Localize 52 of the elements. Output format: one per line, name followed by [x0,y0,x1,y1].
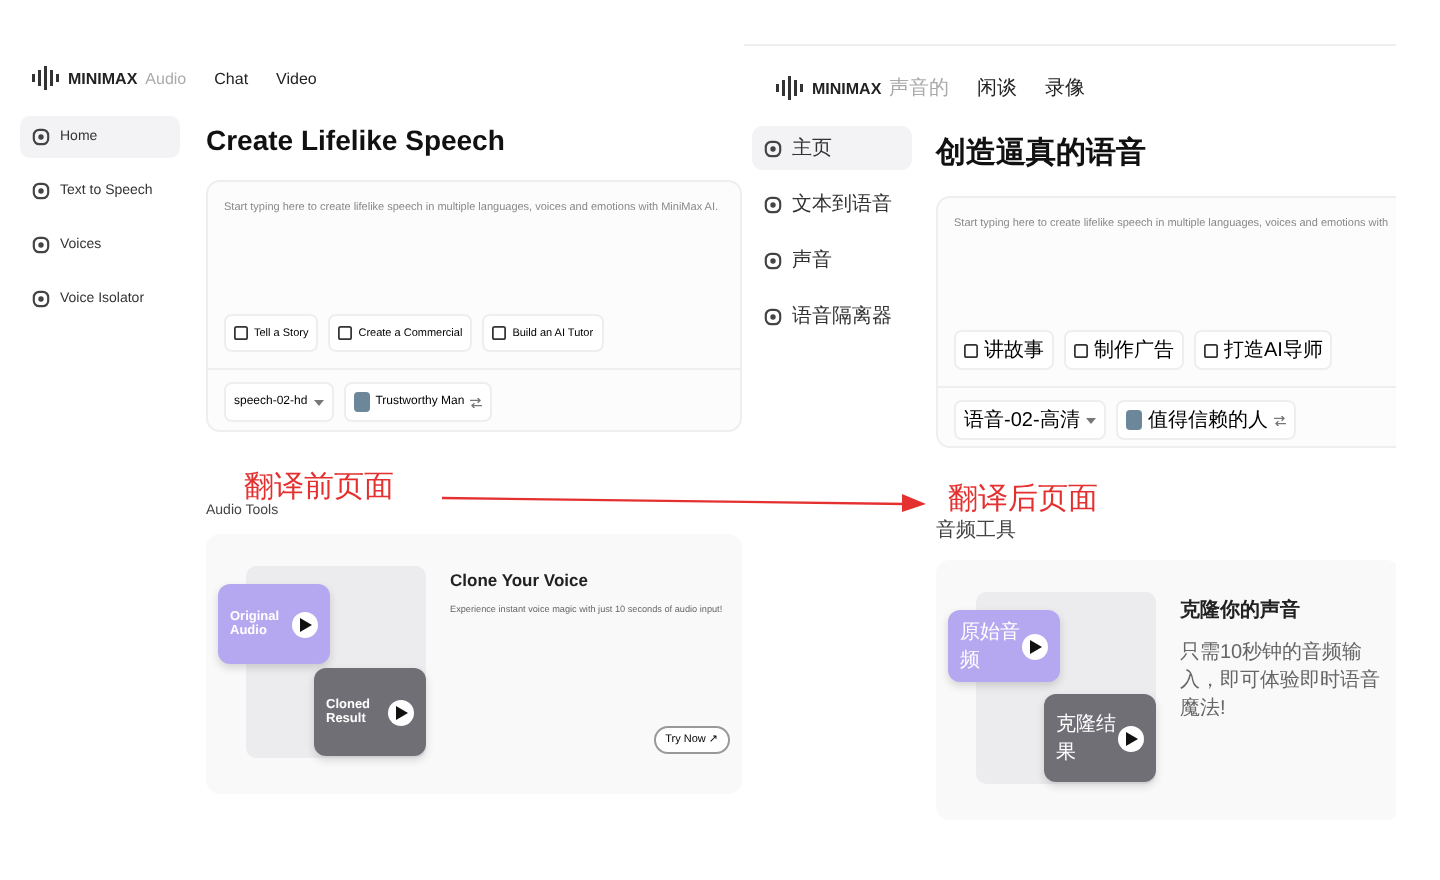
sidebar-item[interactable]: 语音隔离器 [752,294,912,338]
card-title: Clone Your Voice [450,570,590,590]
model-dropdown[interactable]: 语音-02-高清 [954,400,1106,440]
product-name: 声音的 [889,75,950,102]
chip-icon [338,326,353,340]
play-icon[interactable] [1118,725,1144,751]
annotation-label: 翻译后页面 [948,480,1098,518]
annotation-label: 翻译前页面 [244,468,394,504]
brand-name: MINIMAX [68,69,138,87]
sidebar-icon [764,195,782,213]
caret-icon [313,399,324,405]
nav-link[interactable]: 闲谈 [977,74,1018,102]
swap-icon [1273,415,1286,425]
section-title: 音频工具 [936,517,1018,544]
chip-icon [234,326,248,340]
play-icon[interactable] [388,699,414,725]
sidebar-icon [764,139,782,157]
sidebar-icon [764,251,782,269]
play-icon[interactable] [1022,633,1048,659]
brand-name: MINIMAX [812,79,882,97]
sidebar-icon [764,307,782,325]
original-audio-tile: 原始音频 [948,610,1060,682]
chip-icon [964,343,978,357]
cloned-result-tile: 克隆结果 [1044,694,1156,782]
prompt-chip[interactable]: 制作广告 [1064,330,1184,370]
sidebar-icon [32,128,50,146]
card-description: 只需10秒钟的音频输入，即可体验即时语音魔法! [1180,639,1382,722]
sidebar-item[interactable]: 声音 [752,238,912,282]
swap-icon [470,397,483,407]
card-title: 克隆你的声音 [1180,596,1302,624]
chip-icon [1074,343,1088,357]
voice-selector[interactable]: 值得信赖的人 [1115,400,1296,440]
nav-link[interactable]: Chat [214,69,249,87]
logo-icon [32,66,60,90]
prompt-chip[interactable]: 打造AI导师 [1194,330,1333,370]
sidebar-icon [32,236,50,254]
sidebar-icon [32,182,50,200]
sidebar-icon [32,290,50,308]
tool-card[interactable]: 原始音频 克隆结果 克隆你的声音 只需10秒钟的音频输入，即可体验即时语音魔法! [936,560,1396,820]
play-icon[interactable] [292,611,318,637]
sidebar-item[interactable]: 文本到语音 [752,182,912,226]
caret-icon [1085,417,1096,423]
logo-icon [776,76,804,100]
page-title: 创造逼真的语音 [936,134,1148,172]
prompt-chip[interactable]: 讲故事 [954,330,1054,370]
nav-link[interactable]: Video [276,69,317,87]
product-name: Audio [145,69,187,87]
sidebar-item[interactable]: 主页 [752,126,912,170]
nav-link[interactable]: 录像 [1045,74,1086,102]
page-title: Create Lifelike Speech [206,124,507,156]
chip-icon [492,326,507,340]
chip-icon [1204,343,1218,357]
